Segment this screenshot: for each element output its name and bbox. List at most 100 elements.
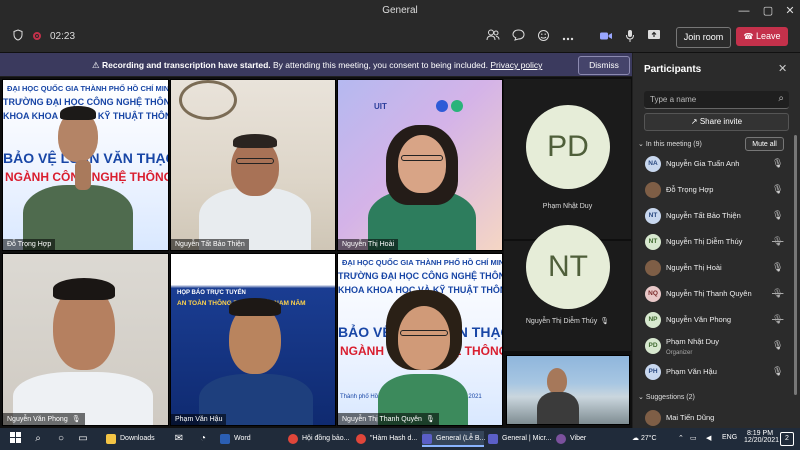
mic-off-icon: 🎙 [772, 288, 784, 298]
participant-row[interactable]: PH Phạm Văn Hậu 🎙 [633, 361, 793, 385]
weather-widget[interactable]: ☁ 27°C [632, 434, 657, 442]
clock-time: 8:19 PM [746, 430, 774, 437]
teams-icon [488, 434, 498, 444]
avatar-tile-nguyen-thi-diem-thuy[interactable]: NT Nguyễn Thị Diễm Thúy 🎙 [504, 225, 631, 351]
suggestions-label: Suggestions (2) [645, 394, 695, 401]
reactions-icon[interactable] [535, 29, 551, 45]
network-icon[interactable]: ▭ [690, 434, 697, 442]
taskbar-app-chrome-2[interactable]: "Hàm Hash d... [356, 431, 432, 447]
app-label: General (Lễ B... [436, 435, 486, 442]
taskbar-app-word[interactable]: Word [220, 431, 286, 447]
suggestions-header[interactable]: ⌄ Suggestions (2) [638, 393, 695, 401]
participant-row[interactable]: Nguyễn Thị Hoài 🎙 [633, 257, 793, 281]
volume-icon[interactable]: ◀ [706, 434, 711, 442]
chrome-icon [288, 434, 298, 444]
language-indicator[interactable]: ENG [722, 434, 737, 441]
privacy-policy-link[interactable]: Privacy policy [490, 60, 542, 70]
participant-row[interactable]: Đỗ Trọng Hợp 🎙 [633, 179, 793, 203]
participant-row[interactable]: NT Nguyễn Tất Bảo Thiện 🎙 [633, 205, 793, 229]
maximize-button[interactable]: ▢ [760, 3, 776, 19]
video-tile-nguyen-tat-bao-thien[interactable]: Nguyễn Tất Bảo Thiện [170, 79, 336, 251]
dismiss-button[interactable]: Dismiss [578, 56, 630, 75]
search-icon[interactable]: ⌕ [31, 432, 45, 446]
participant-name: Nguyễn Thị Thanh Quyên [666, 289, 752, 298]
mute-all-button[interactable]: Mute all [745, 137, 784, 151]
meeting-toolbar: 02:23 Join room ☎ Leave [0, 22, 800, 53]
microphone-icon[interactable] [622, 29, 638, 45]
avatar: NT [645, 208, 661, 224]
notification-count: 2 [785, 435, 789, 442]
banner-message: ⚠ Recording and transcription have start… [92, 60, 542, 71]
edge-icon[interactable]: ◔ [196, 432, 210, 446]
chevron-down-icon: ⌄ [638, 394, 644, 401]
notifications-icon[interactable]: 2 [780, 432, 794, 446]
avatar-tile-pham-nhat-duy[interactable]: PD Phạm Nhật Duy [504, 79, 631, 239]
tray-chevron-icon[interactable]: ⌃ [678, 434, 684, 442]
mic-off-icon: 🎙 [772, 236, 784, 246]
video-tile-nguyen-van-phong[interactable]: Nguyễn Văn Phong 🎙 [2, 253, 169, 426]
participant-name-tag: Phạm Văn Hậu [171, 414, 227, 425]
video-tile-pham-van-hau[interactable]: HỌP BÁO TRỰC TUYẾN AN TOÀN THÔNG TIN SỐ … [170, 253, 336, 426]
weather-icon: ☁ [632, 435, 639, 442]
search-placeholder: Type a name [650, 95, 697, 104]
video-tile-nguyen-thi-hoai[interactable]: UIT Nguyễn Thị Hoài [337, 79, 503, 251]
participant-name: Nguyễn Tất Bảo Thiện [666, 211, 741, 220]
participant-name: Nguyễn Thị Hoài [666, 263, 722, 272]
panel-scrollbar[interactable] [794, 135, 797, 395]
name-text: Nguyễn Văn Phong [7, 416, 68, 423]
participant-row[interactable]: PD Phạm Nhật Duy Organizer 🎙 [633, 335, 793, 359]
join-room-button[interactable]: Join room [676, 27, 731, 48]
app-label: Word [234, 435, 251, 442]
close-window-button[interactable]: ✕ [782, 3, 798, 19]
task-view-icon[interactable]: ▭ [76, 432, 90, 446]
camera-icon[interactable] [598, 29, 614, 45]
share-icon: ↗ [690, 117, 698, 126]
participant-row[interactable]: NP Nguyễn Văn Phong 🎙 [633, 309, 793, 333]
folder-icon [106, 434, 116, 444]
cortana-icon[interactable]: ○ [54, 432, 68, 446]
system-clock[interactable]: 8:19 PM 12/20/2021 [744, 430, 779, 444]
mic-icon: 🎙 [772, 184, 784, 194]
participant-row[interactable]: NQ Nguyễn Thị Thanh Quyên 🎙 [633, 283, 793, 307]
taskbar-app-teams-1[interactable]: General (Lễ B... [422, 431, 486, 447]
participant-name: Nguyễn Gia Tuấn Anh [666, 159, 740, 168]
taskbar-app-teams-2[interactable]: General | Micr... [488, 431, 564, 447]
mail-icon[interactable]: ✉ [172, 432, 186, 446]
chat-icon[interactable] [510, 29, 526, 45]
phone-hangup-icon: ☎ [743, 32, 754, 41]
taskbar-app-downloads[interactable]: Downloads [106, 431, 178, 447]
avatar: NP [645, 312, 661, 328]
share-invite-button[interactable]: ↗ Share invite [644, 113, 789, 131]
app-label: General | Micr... [502, 435, 552, 442]
minimize-button[interactable]: — [736, 3, 752, 19]
windows-start-icon[interactable] [8, 432, 22, 446]
participant-row[interactable]: NA Nguyễn Gia Tuấn Anh 🎙 [633, 153, 793, 177]
participant-name-tag: Nguyễn Thị Hoài [338, 239, 399, 250]
taskbar-app-viber[interactable]: Viber [556, 431, 614, 447]
participants-panel: Participants ✕ Type a name ⌕ ↗ Share inv… [633, 53, 800, 428]
video-stage: ĐẠI HỌC QUỐC GIA THÀNH PHỐ HỒ CHÍ MINH T… [0, 77, 632, 428]
recording-icon [33, 32, 41, 40]
backdrop-title: HỌP BÁO TRỰC TUYẾN [177, 290, 246, 296]
share-screen-icon[interactable] [646, 29, 662, 45]
in-meeting-header[interactable]: ⌄ In this meeting (9) [638, 140, 702, 148]
taskbar-app-chrome-1[interactable]: Hội đồng bảo... [288, 431, 364, 447]
avatar: PD [526, 105, 610, 189]
leave-button[interactable]: ☎ Leave [736, 27, 788, 46]
video-tile-do-trong-hop[interactable]: ĐẠI HỌC QUỐC GIA THÀNH PHỐ HỒ CHÍ MINH T… [2, 79, 169, 251]
avatar: NQ [645, 286, 661, 302]
chrome-icon [356, 434, 366, 444]
participant-search-input[interactable]: Type a name ⌕ [644, 91, 789, 109]
weather-temp: 27°C [640, 435, 657, 442]
participant-name: Mai Tiến Dũng [666, 413, 715, 422]
mic-icon: 🎙 [425, 416, 435, 423]
close-panel-icon[interactable]: ✕ [778, 62, 787, 75]
video-tile-nguyen-thi-thanh-quyen[interactable]: ĐẠI HỌC QUỐC GIA THÀNH PHỐ HỒ CHÍ MINH T… [337, 253, 503, 426]
banner-strong: Recording and transcription have started… [102, 60, 271, 70]
shield-icon[interactable] [10, 29, 26, 45]
video-tile-small[interactable] [506, 355, 630, 425]
more-options-icon[interactable] [560, 29, 576, 45]
windows-taskbar: ⌕ ○ ▭ Downloads ✉ ◔ Word Hội đồng bảo...… [0, 428, 800, 450]
participant-row[interactable]: NT Nguyễn Thị Diễm Thúy 🎙 [633, 231, 793, 255]
people-icon[interactable] [485, 29, 501, 45]
